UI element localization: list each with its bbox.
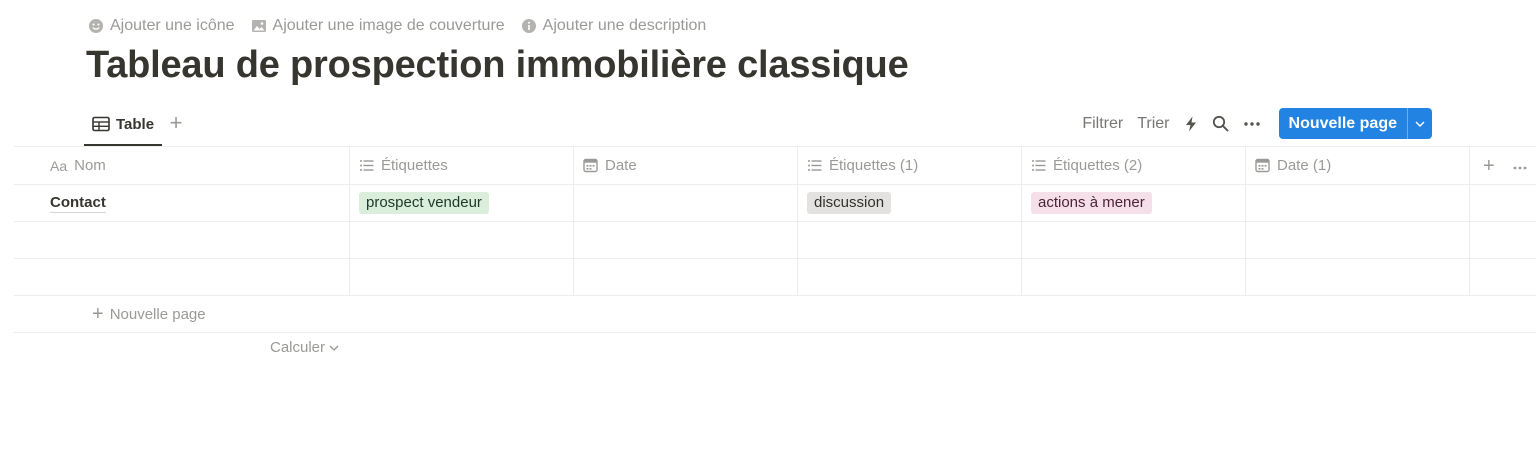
column-header-nom[interactable]: Aa Nom (14, 147, 350, 184)
add-icon-button[interactable]: Ajouter une icône (88, 17, 235, 35)
calculate-button[interactable]: Calculer (270, 339, 339, 356)
tag-pill: actions à mener (1031, 192, 1152, 214)
column-header-label: Date (1) (1277, 157, 1332, 174)
tags-cell[interactable] (350, 259, 574, 295)
date-cell[interactable] (574, 259, 798, 295)
image-icon (251, 20, 266, 32)
trailing-cell (1470, 259, 1536, 295)
column-header-date[interactable]: Date (574, 147, 798, 184)
sort-button[interactable]: Trier (1137, 115, 1169, 133)
chevron-down-icon[interactable] (1407, 108, 1432, 139)
name-cell[interactable] (14, 259, 350, 295)
trailing-cell (1470, 185, 1536, 221)
filter-button[interactable]: Filtrer (1082, 115, 1123, 133)
new-page-button-label: Nouvelle page (1288, 114, 1397, 132)
tags1-cell[interactable] (798, 222, 1022, 258)
list-icon (360, 160, 374, 171)
view-bar: Table + Filtrer Trier Nouvelle page (0, 104, 1536, 146)
plus-icon: + (92, 303, 104, 325)
row-name[interactable]: Contact (50, 194, 106, 213)
smiley-icon (89, 19, 103, 33)
date1-cell[interactable] (1246, 259, 1470, 295)
automation-lightning-icon[interactable] (1184, 116, 1198, 132)
column-header-label: Date (605, 157, 637, 174)
column-header-label: Étiquettes (1) (829, 157, 919, 174)
database-table: Aa Nom Étiquettes Date Étiquettes (1) Ét… (14, 146, 1536, 333)
info-icon (521, 19, 536, 33)
title-type-icon: Aa (50, 157, 68, 174)
add-icon-label: Ajouter une icône (110, 17, 235, 34)
tab-table[interactable]: Table (84, 104, 163, 146)
calendar-icon (1255, 158, 1270, 173)
tags-cell[interactable]: prospect vendeur (350, 185, 574, 221)
column-header-label: Étiquettes (381, 157, 448, 174)
page-meta-actions: Ajouter une icône Ajouter une image de c… (88, 17, 706, 35)
table-row[interactable]: Contact prospect vendeur discussion acti… (14, 185, 1536, 222)
add-view-plus-icon[interactable]: + (166, 112, 186, 134)
tags2-cell[interactable]: actions à mener (1022, 185, 1246, 221)
add-cover-button[interactable]: Ajouter une image de couverture (251, 17, 505, 35)
add-description-label: Ajouter une description (542, 17, 707, 34)
column-header-label: Nom (74, 157, 106, 174)
column-header-etiquettes-2[interactable]: Étiquettes (2) (1022, 147, 1246, 184)
calendar-icon (583, 158, 598, 173)
add-cover-label: Ajouter une image de couverture (272, 17, 505, 34)
add-property-plus-icon[interactable]: + (1483, 156, 1495, 176)
date-cell[interactable] (574, 222, 798, 258)
tags1-cell[interactable]: discussion (798, 185, 1022, 221)
date-cell[interactable] (574, 185, 798, 221)
new-row-label: Nouvelle page (109, 305, 206, 323)
trailing-cell (1470, 222, 1536, 258)
chevron-down-icon (329, 345, 339, 351)
search-icon[interactable] (1212, 115, 1229, 132)
tag-pill: discussion (807, 192, 892, 214)
tags2-cell[interactable] (1022, 222, 1246, 258)
column-header-date-1[interactable]: Date (1) (1246, 147, 1470, 184)
date1-cell[interactable] (1246, 222, 1470, 258)
add-description-button[interactable]: Ajouter une description (521, 17, 707, 35)
name-cell[interactable] (14, 222, 350, 258)
new-page-button[interactable]: Nouvelle page (1278, 108, 1432, 139)
tab-table-label: Table (116, 115, 155, 133)
header-tools: + (1470, 147, 1536, 184)
date1-cell[interactable] (1246, 185, 1470, 221)
column-header-etiquettes-1[interactable]: Étiquettes (1) (798, 147, 1022, 184)
page-title[interactable]: Tableau de prospection immobilière class… (86, 44, 909, 87)
tags-cell[interactable] (350, 222, 574, 258)
tags1-cell[interactable] (798, 259, 1022, 295)
list-icon (808, 160, 822, 171)
more-options-icon[interactable] (1243, 121, 1261, 127)
more-properties-icon[interactable] (1513, 157, 1527, 174)
view-actions: Filtrer Trier Nouvelle page (1082, 108, 1432, 139)
table-icon (92, 116, 110, 132)
tag-pill: prospect vendeur (359, 192, 489, 214)
table-row[interactable] (14, 222, 1536, 259)
new-row-button[interactable]: + Nouvelle page (14, 296, 1536, 333)
table-header-row: Aa Nom Étiquettes Date Étiquettes (1) Ét… (14, 146, 1536, 185)
table-row[interactable] (14, 259, 1536, 296)
calculate-label: Calculer (270, 339, 326, 356)
column-header-etiquettes[interactable]: Étiquettes (350, 147, 574, 184)
list-icon (1032, 160, 1046, 171)
name-cell[interactable]: Contact (14, 185, 350, 221)
tags2-cell[interactable] (1022, 259, 1246, 295)
column-header-label: Étiquettes (2) (1053, 157, 1143, 174)
